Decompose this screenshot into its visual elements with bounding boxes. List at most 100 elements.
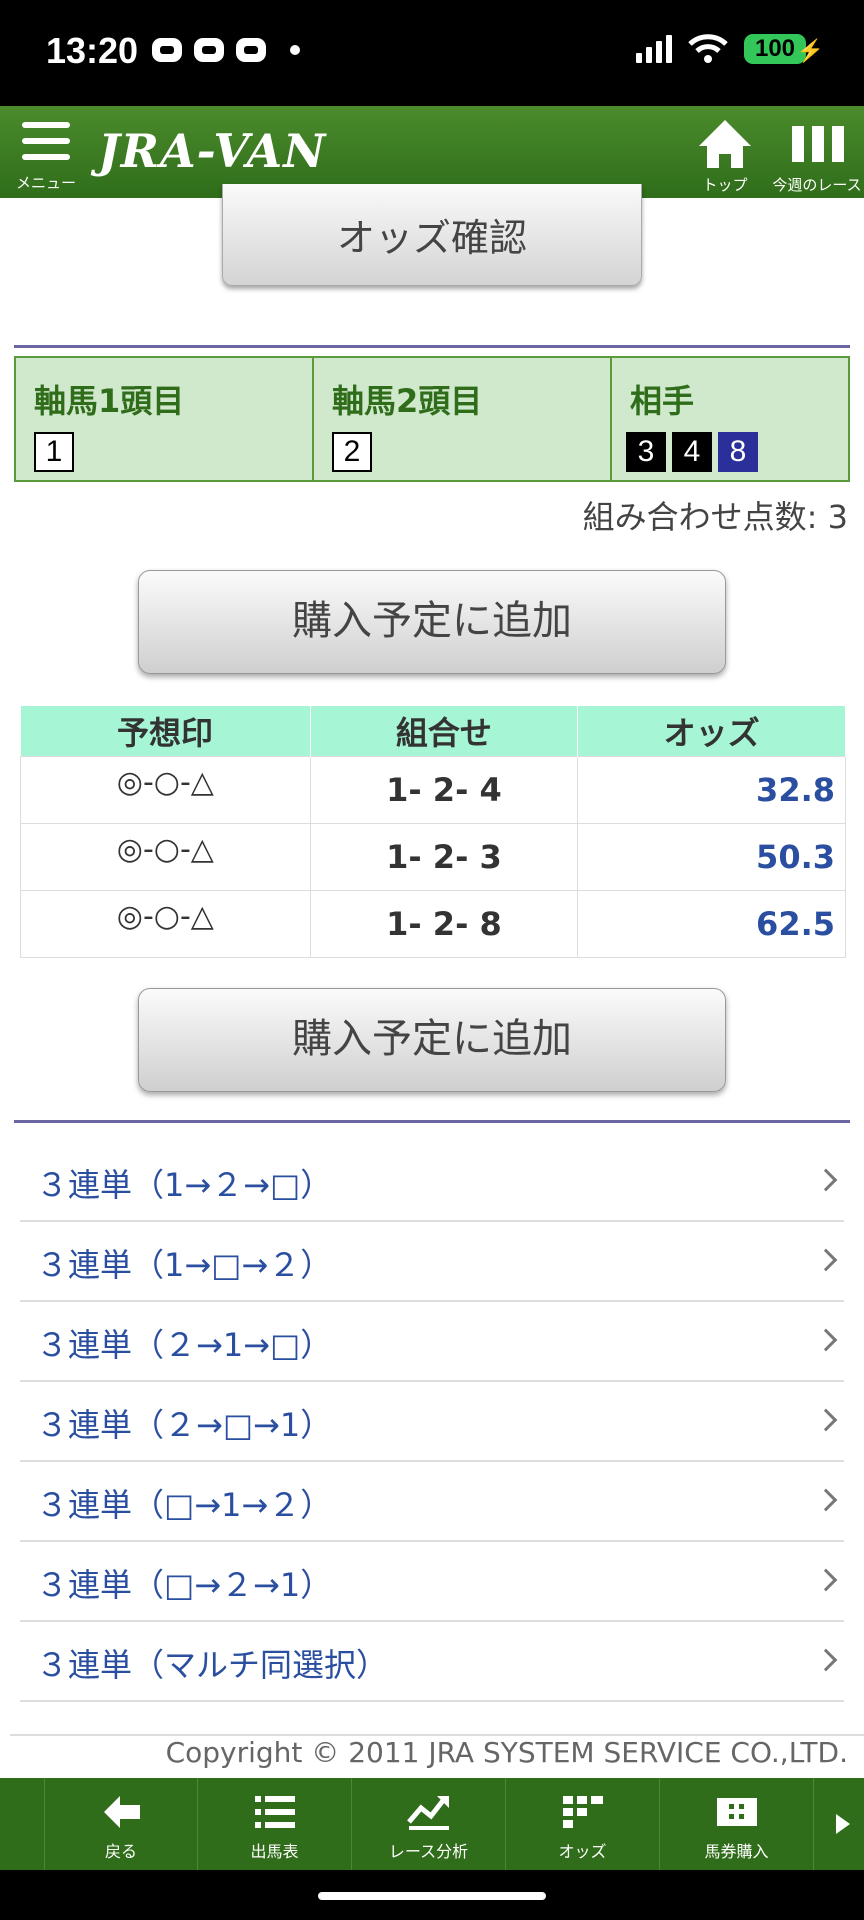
nav-more-button[interactable] [820, 1778, 864, 1870]
link-label: ３連単（マルチ同選択） [36, 1646, 389, 1684]
link-label: ３連単（２→1→□） [36, 1326, 333, 1364]
odds-value: 32.8 [577, 755, 846, 824]
horse-number-box: 8 [718, 432, 758, 472]
list-item[interactable]: ３連単（マルチ同選択） [20, 1622, 844, 1702]
prediction-mark: ◎-○-△ [20, 755, 311, 824]
link-label: ３連単（２→□→1） [36, 1406, 333, 1444]
nav-ticket-purchase[interactable]: 馬券購入 [660, 1778, 814, 1870]
combination: 1- 2- 4 [309, 755, 579, 824]
chevron-right-icon [836, 1814, 850, 1834]
chevron-right-icon [814, 1408, 838, 1432]
home-button[interactable]: トップ [680, 112, 770, 198]
home-label: トップ [702, 176, 748, 194]
axis-horse-table: 軸馬1頭目 1 軸馬2頭目 2 相手 3 4 8 [14, 356, 850, 482]
race-label: 今週のレース [772, 176, 862, 194]
partner-cell: 相手 3 4 8 [612, 358, 848, 480]
chevron-right-icon [814, 1168, 838, 1192]
column-header: オッズ [577, 706, 846, 756]
odds-grid-icon [563, 1796, 603, 1828]
this-week-races-button[interactable]: 今週のレース [770, 112, 864, 198]
list-icon [255, 1796, 295, 1828]
copyright: Copyright © 2011 JRA SYSTEM SERVICE CO.,… [10, 1734, 864, 1769]
prediction-mark: ◎-○-△ [20, 822, 311, 891]
nav-label: 戻る [104, 1842, 137, 1861]
odds-confirm-button[interactable]: オッズ確認 [222, 184, 642, 286]
table-row[interactable]: ◎-○-△ 1- 2- 4 32.8 [20, 755, 846, 824]
status-time: 13:20 [46, 30, 139, 71]
nav-race-card[interactable]: 出馬表 [198, 1778, 352, 1870]
nav-odds[interactable]: オッズ [506, 1778, 660, 1870]
section-divider [14, 345, 850, 348]
game-controller-icon [152, 38, 182, 62]
column-header: 予想印 [20, 706, 311, 756]
list-item[interactable]: ３連単（□→1→２） [20, 1462, 844, 1542]
odds-value: 50.3 [577, 822, 846, 891]
partner-title: 相手 [630, 382, 695, 420]
nav-race-analysis[interactable]: レース分析 [352, 1778, 506, 1870]
wifi-icon [688, 34, 728, 63]
horse-number-box: 1 [34, 432, 74, 472]
nav-label: レース分析 [388, 1842, 469, 1861]
hamburger-icon [22, 122, 70, 170]
first-axis-cell: 軸馬1頭目 1 [16, 358, 314, 480]
chevron-right-icon [814, 1648, 838, 1672]
chart-trend-icon [407, 1796, 449, 1830]
list-item[interactable]: ３連単（□→２→1） [20, 1542, 844, 1622]
game-controller-icon [236, 38, 266, 62]
notification-icons [152, 38, 300, 62]
chevron-right-icon [814, 1488, 838, 1512]
odds-table: 予想印 組合せ オッズ ◎-○-△ 1- 2- 4 32.8 ◎-○-△ 1- … [20, 706, 846, 958]
back-arrow-icon [104, 1796, 140, 1828]
nav-label: オッズ [558, 1842, 607, 1861]
list-item[interactable]: ３連単（２→□→1） [20, 1382, 844, 1462]
prediction-mark: ◎-○-△ [20, 889, 311, 958]
charging-bolt-icon: ⚡ [796, 38, 824, 63]
horse-number-box: 2 [332, 432, 372, 472]
link-label: ３連単（□→２→1） [36, 1566, 333, 1604]
list-item[interactable]: ３連単（1→□→２） [20, 1222, 844, 1302]
odds-value: 62.5 [577, 889, 846, 958]
link-label: ３連単（□→1→２） [36, 1486, 333, 1524]
column-header: 組合せ [310, 706, 579, 756]
add-to-purchase-plan-button[interactable]: 購入予定に追加 [138, 988, 726, 1092]
link-label: ３連単（1→□→２） [36, 1246, 333, 1284]
section-divider [14, 1120, 850, 1123]
menu-label: メニュー [15, 174, 76, 192]
list-item[interactable]: ３連単（1→２→□） [20, 1142, 844, 1222]
combination: 1- 2- 8 [309, 889, 579, 958]
cellular-signal-icon [636, 35, 672, 63]
chevron-right-icon [814, 1328, 838, 1352]
status-right: 100 ⚡ [636, 34, 824, 64]
horse-number-box: 3 [626, 432, 666, 472]
battery-indicator: 100 ⚡ [744, 34, 824, 64]
bet-type-link-list: ３連単（1→２→□） ３連単（1→□→２） ３連単（２→1→□） ３連単（２→□… [20, 1142, 844, 1702]
first-axis-title: 軸馬1頭目 [34, 382, 185, 420]
chevron-right-icon [814, 1568, 838, 1592]
second-axis-title: 軸馬2頭目 [332, 382, 483, 420]
table-row[interactable]: ◎-○-△ 1- 2- 3 50.3 [20, 822, 846, 891]
nav-label: 出馬表 [250, 1842, 299, 1861]
ticket-icon [717, 1798, 757, 1826]
menu-button[interactable]: メニュー [14, 120, 76, 196]
nav-label: 馬券購入 [704, 1842, 769, 1861]
race-list-icon [792, 126, 844, 162]
table-header-row: 予想印 組合せ オッズ [20, 706, 846, 756]
horse-number-box: 4 [672, 432, 712, 472]
jra-van-logo[interactable]: JRA-VAN [98, 124, 326, 178]
home-indicator[interactable] [318, 1892, 546, 1900]
combination: 1- 2- 3 [309, 822, 579, 891]
home-indicator-area [0, 1870, 864, 1920]
table-row[interactable]: ◎-○-△ 1- 2- 8 62.5 [20, 889, 846, 958]
add-to-purchase-plan-button[interactable]: 購入予定に追加 [138, 570, 726, 674]
second-axis-cell: 軸馬2頭目 2 [314, 358, 612, 480]
bottom-nav: 戻る 出馬表 レース分析 オッズ 馬券購入 [0, 1778, 864, 1870]
list-item[interactable]: ３連単（２→1→□） [20, 1302, 844, 1382]
home-icon [699, 120, 751, 168]
status-bar: 13:20 100 ⚡ [0, 0, 864, 106]
link-label: ３連単（1→２→□） [36, 1166, 333, 1204]
more-notifications-icon [290, 45, 300, 55]
chevron-right-icon [814, 1248, 838, 1272]
combination-count: 組み合わせ点数: 3 [582, 498, 848, 536]
nav-back[interactable]: 戻る [44, 1778, 198, 1870]
battery-level: 100 [754, 35, 796, 62]
